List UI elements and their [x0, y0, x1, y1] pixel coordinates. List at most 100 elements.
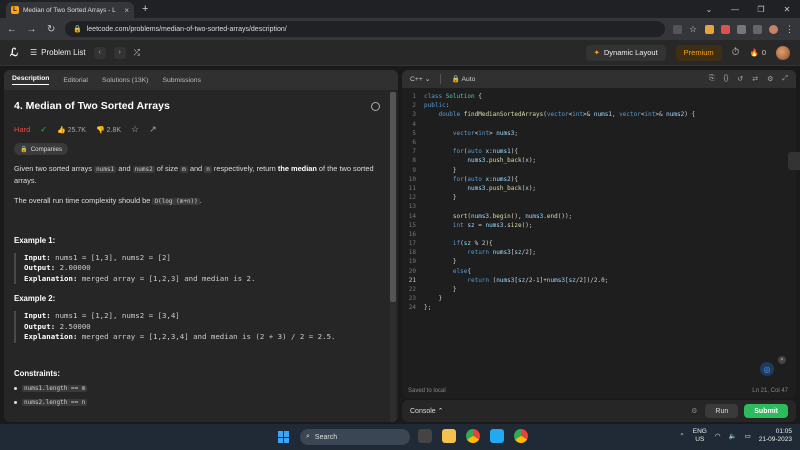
minimize-icon[interactable]: — — [722, 5, 748, 14]
close-icon[interactable]: × — [778, 356, 786, 364]
share-icon[interactable] — [673, 24, 683, 34]
code-line[interactable]: 23 } — [402, 294, 796, 303]
problem-list-link[interactable]: ☰ Problem List — [30, 48, 86, 57]
forward-icon[interactable]: → — [26, 24, 38, 35]
menu-icon[interactable]: ⋮ — [785, 24, 794, 34]
reset-icon[interactable]: ↺ — [737, 75, 743, 83]
settings-sliders-icon[interactable]: ⇄ — [752, 75, 758, 83]
code-line[interactable]: 8 nums3.push_back(x); — [402, 156, 796, 165]
example-2-title: Example 2: — [14, 294, 56, 303]
volume-icon[interactable]: 🔈 — [729, 432, 737, 440]
file-explorer-icon[interactable] — [442, 429, 456, 443]
language-select[interactable]: C++ ⌄ — [410, 75, 430, 83]
fullscreen-icon[interactable]: ⤢ — [782, 75, 788, 83]
chrome-icon[interactable] — [466, 429, 480, 443]
tab-solutions[interactable]: Solutions (13K) — [102, 77, 148, 84]
code-line[interactable]: 7 for(auto x:nums1){ — [402, 147, 796, 156]
code-line[interactable]: 1 class Solution { — [402, 92, 796, 101]
lock-icon[interactable]: 🔒 — [73, 25, 82, 33]
next-problem-icon[interactable]: › — [113, 46, 126, 59]
tab-description[interactable]: Description — [12, 75, 50, 85]
tab-editorial[interactable]: Editorial — [63, 77, 88, 84]
task-view-icon[interactable] — [418, 429, 432, 443]
battery-icon[interactable]: ▭ — [745, 432, 751, 440]
code-line[interactable]: 19 } — [402, 257, 796, 266]
line-number: 21 — [408, 276, 416, 284]
description-scrollbar[interactable] — [390, 92, 396, 422]
code-line[interactable]: 22 } — [402, 285, 796, 294]
leetcode-favicon-icon: L — [11, 6, 19, 14]
bookmark-icon[interactable]: ⎘ — [709, 75, 715, 83]
upload-icon[interactable]: ⚙ — [691, 407, 697, 415]
code-line[interactable]: 17 if(sz % 2){ — [402, 239, 796, 248]
code-line[interactable]: 2 public: — [402, 101, 796, 110]
dislike-button[interactable]: 👎 2.8K — [96, 126, 121, 134]
code-area[interactable]: 1 class Solution {2 public: 3 double findMe… — [402, 92, 796, 313]
bookmark-star-icon[interactable]: ☆ — [689, 24, 698, 34]
chat-assistant-icon[interactable]: ◎ — [760, 362, 774, 376]
leetcode-logo-icon[interactable]: ℒ — [10, 47, 22, 59]
maximize-icon[interactable]: ❐ — [748, 5, 774, 14]
new-tab-icon[interactable]: + — [142, 2, 148, 18]
address-bar[interactable]: 🔒 leetcode.com/problems/median-of-two-so… — [65, 21, 666, 37]
companies-tag[interactable]: 🔒 Companies — [14, 143, 69, 155]
avatar[interactable] — [776, 45, 790, 60]
favorite-star-icon[interactable]: ☆ — [131, 124, 139, 135]
tab-search-icon[interactable]: ⌄ — [696, 5, 722, 14]
extension-icon[interactable] — [705, 24, 715, 34]
vscode-icon[interactable] — [490, 429, 504, 443]
complexity-requirement: The overall run time complexity should b… — [14, 196, 202, 205]
braces-icon[interactable]: {} — [724, 75, 729, 83]
like-button[interactable]: 👍 25.7K — [57, 126, 86, 134]
browser-tab[interactable]: L Median of Two Sorted Arrays - L × — [6, 2, 134, 18]
code-line[interactable]: 4 — [402, 120, 796, 129]
code-line[interactable]: 18 return nums3[sz/2]; — [402, 248, 796, 257]
close-tab-icon[interactable]: × — [124, 6, 129, 15]
code-line[interactable]: 3 double findMedianSortedArrays(vector<i… — [402, 110, 796, 119]
code-line[interactable]: 21 return (nums3[sz/2-1]+nums3[sz/2])/2.… — [402, 276, 796, 285]
profile-icon[interactable] — [769, 24, 779, 34]
code-line[interactable]: 5 vector<int> nums3; — [402, 129, 796, 138]
info-icon[interactable] — [371, 102, 380, 111]
windows-start-icon[interactable] — [278, 431, 290, 443]
reload-icon[interactable]: ↻ — [45, 24, 57, 35]
puzzle-icon[interactable] — [737, 24, 747, 34]
back-icon[interactable]: ← — [6, 24, 18, 35]
scrollbar-thumb[interactable] — [390, 92, 396, 302]
tab-submissions[interactable]: Submissions — [162, 77, 201, 84]
code-line[interactable]: 10 for(auto x:nums2){ — [402, 175, 796, 184]
language-indicator[interactable]: ENG US — [693, 428, 707, 444]
dynamic-layout-button[interactable]: ✦ Dynamic Layout — [585, 44, 666, 61]
chevron-up-icon[interactable]: ⌃ — [679, 432, 684, 440]
code-line[interactable]: 14 sort(nums3.begin(), nums3.end()); — [402, 211, 796, 220]
timer-icon[interactable]: ⏱ — [732, 47, 740, 58]
code-line[interactable]: 6 — [402, 138, 796, 147]
code-line[interactable]: 12 } — [402, 193, 796, 202]
sidebar-icon[interactable] — [753, 24, 763, 34]
code-line[interactable]: 9 } — [402, 166, 796, 175]
run-button[interactable]: Run — [705, 404, 739, 418]
auto-mode-toggle[interactable]: 🔒 Auto — [451, 75, 475, 83]
side-notes-tab[interactable] — [788, 152, 800, 170]
shuffle-icon[interactable]: ⤮ — [134, 48, 140, 58]
share-link-icon[interactable]: ↗ — [149, 124, 157, 135]
wifi-icon[interactable]: ◠ — [715, 432, 721, 440]
window-controls: ⌄ — ❐ ✕ — [696, 0, 800, 18]
gear-icon[interactable]: ⚙ — [767, 75, 773, 83]
code-line[interactable]: 11 nums3.push_back(x); — [402, 184, 796, 193]
code-line[interactable]: 15 int sz = nums3.size(); — [402, 221, 796, 230]
code-line[interactable]: 16 — [402, 230, 796, 239]
submit-button[interactable]: Submit — [744, 404, 788, 418]
code-line[interactable]: 20 else{ — [402, 267, 796, 276]
chrome-canary-icon[interactable] — [514, 429, 528, 443]
extension-icon[interactable] — [721, 24, 731, 34]
premium-button[interactable]: Premium — [675, 44, 722, 61]
close-window-icon[interactable]: ✕ — [774, 5, 800, 14]
streak-counter[interactable]: 🔥 0 — [749, 48, 766, 57]
clock[interactable]: 01:05 21-09-2023 — [759, 428, 792, 444]
prev-problem-icon[interactable]: ‹ — [93, 46, 106, 59]
console-toggle[interactable]: Console ⌃ — [410, 407, 444, 415]
code-line[interactable]: 24}; — [402, 303, 796, 312]
taskbar-search[interactable]: ⌕ Search — [300, 429, 410, 445]
code-line[interactable]: 13 — [402, 202, 796, 211]
